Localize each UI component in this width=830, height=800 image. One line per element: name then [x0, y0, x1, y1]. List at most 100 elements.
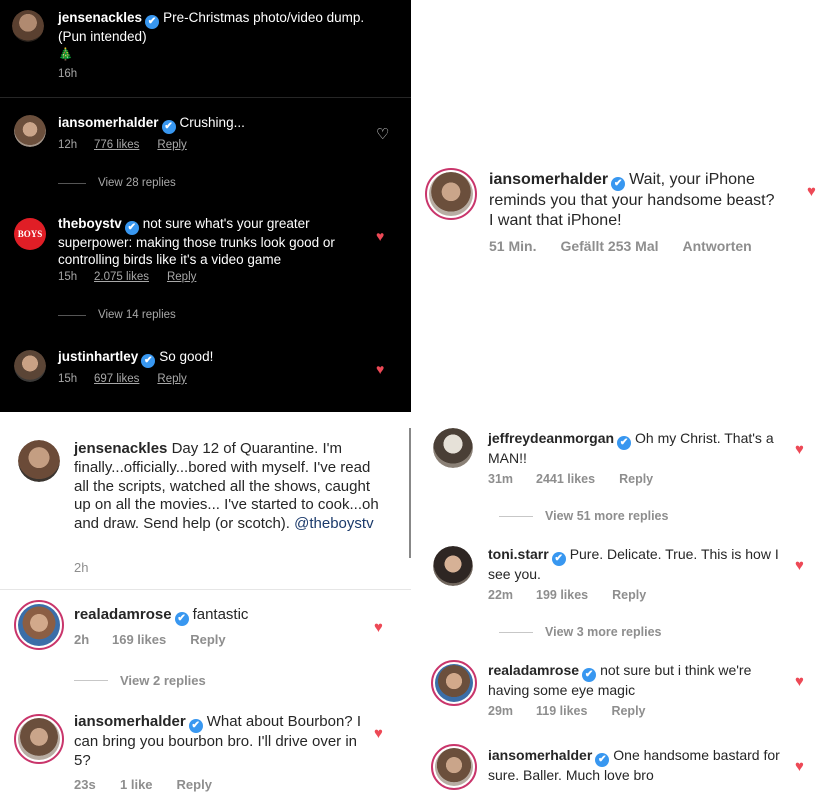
view-replies-button[interactable]: View 2 replies [74, 673, 206, 688]
avatar-iansomerhalder[interactable] [431, 744, 477, 790]
post-caption: jensenackles Day 12 of Quarantine. I'm f… [74, 440, 384, 534]
mention-link[interactable]: @theboystv [294, 515, 373, 532]
username[interactable]: realadamrose [488, 662, 579, 678]
comment-time: 15h [58, 271, 78, 283]
avatar-jeffreydeanmorgan[interactable] [433, 428, 473, 468]
username[interactable]: jensenackles [74, 440, 167, 457]
like-heart-icon[interactable]: ♥ [795, 674, 804, 689]
comment-text: theboystv ✔ not sure what's your greater s… [58, 216, 363, 269]
likes-count[interactable]: Gefällt 253 Mal [560, 238, 658, 254]
likes-count[interactable]: 2441 likes [536, 472, 595, 486]
likes-count[interactable]: 697 likes [94, 373, 139, 385]
quarantine-post-panel: jensenackles Day 12 of Quarantine. I'm f… [0, 412, 411, 800]
username[interactable]: iansomerhalder [489, 171, 608, 188]
avatar-theboystv[interactable]: BOYS [14, 218, 46, 250]
like-heart-icon[interactable]: ♥ [374, 726, 383, 741]
verified-icon: ✔ [582, 668, 597, 682]
comment-text: realadamrose ✔ not sure but i think we're … [488, 662, 788, 700]
reply-button[interactable]: Reply [167, 271, 196, 283]
likes-count[interactable]: 199 likes [536, 588, 588, 602]
comment-time: 31m [488, 472, 514, 486]
reactions-panel: jeffreydeanmorgan ✔ Oh my Christ. That's a… [411, 412, 830, 800]
like-heart-icon[interactable]: ♥ [795, 558, 804, 573]
comment-body: fantastic [192, 606, 249, 623]
theboys-logo: BOYS [17, 229, 43, 239]
verified-icon: ✔ [161, 120, 176, 134]
likes-count[interactable]: 169 likes [112, 632, 166, 647]
verified-icon: ✔ [595, 753, 610, 767]
reply-button[interactable]: Reply [611, 704, 645, 718]
username[interactable]: iansomerhalder [58, 115, 159, 130]
username[interactable]: toni.starr [488, 546, 549, 562]
verified-icon: ✔ [188, 719, 203, 733]
username[interactable]: realadamrose [74, 606, 172, 623]
username[interactable]: justinhartley [58, 349, 138, 364]
comment-meta: 12h 776 likes Reply [58, 139, 187, 151]
like-heart-icon[interactable]: ♥ [807, 184, 816, 199]
username[interactable]: theboystv [58, 216, 122, 231]
comment-text: jeffreydeanmorgan ✔ Oh my Christ. That's a… [488, 430, 788, 468]
like-heart-outline-icon[interactable]: ♡ [376, 127, 389, 142]
comment-meta: 15h 697 likes Reply [58, 373, 187, 385]
username[interactable]: jensenackles [58, 10, 142, 25]
likes-count[interactable]: 2.075 likes [94, 271, 149, 283]
comment-meta: 22m 199 likes Reply [488, 588, 646, 602]
view-replies-button[interactable]: View 28 replies [58, 177, 176, 189]
comment-text: iansomerhalder ✔ Crushing... [58, 115, 368, 134]
reply-button[interactable]: Reply [612, 588, 646, 602]
reply-button[interactable]: Reply [190, 632, 225, 647]
reply-button[interactable]: Reply [157, 373, 186, 385]
verified-icon: ✔ [174, 612, 189, 626]
verified-icon: ✔ [611, 177, 626, 191]
divider [499, 631, 533, 633]
like-heart-icon[interactable]: ♥ [376, 229, 384, 243]
likes-count[interactable]: 776 likes [94, 139, 139, 151]
avatar-iansomerhalder[interactable] [425, 168, 477, 220]
avatar-realadamrose[interactable] [431, 660, 477, 706]
avatar-jensenackles[interactable] [18, 440, 60, 482]
avatar-justinhartley[interactable] [14, 350, 46, 382]
reply-button[interactable]: Reply [157, 139, 186, 151]
like-heart-icon[interactable]: ♥ [795, 759, 804, 774]
divider [499, 515, 533, 517]
like-heart-icon[interactable]: ♥ [795, 442, 804, 457]
avatar-iansomerhalder[interactable] [14, 115, 46, 147]
divider [58, 314, 86, 316]
reply-button[interactable]: Reply [619, 472, 653, 486]
verified-icon: ✔ [141, 354, 156, 368]
username[interactable]: iansomerhalder [74, 713, 186, 730]
avatar-realadamrose[interactable] [14, 600, 64, 650]
like-heart-icon[interactable]: ♥ [374, 620, 383, 635]
reply-button[interactable]: Reply [177, 777, 212, 792]
post-caption: jensenackles ✔ Pre-Christmas photo/video d… [58, 10, 388, 63]
avatar-toni-starr[interactable] [433, 546, 473, 586]
comment-time: 23s [74, 777, 96, 792]
username[interactable]: iansomerhalder [488, 747, 592, 763]
username[interactable]: jeffreydeanmorgan [488, 430, 614, 446]
post-time: 2h [74, 560, 89, 575]
verified-icon: ✔ [551, 552, 566, 566]
tree-emoji-icon: 🎄 [58, 46, 73, 61]
comment-time: 51 Min. [489, 238, 537, 254]
like-heart-icon[interactable]: ♥ [376, 362, 384, 376]
view-replies-button[interactable]: View 14 replies [58, 309, 176, 321]
divider [0, 589, 411, 590]
view-replies-button[interactable]: View 51 more replies [499, 509, 668, 523]
comment-text: iansomerhalder ✔ Wait, your iPhone reminds… [489, 170, 779, 231]
comment-meta: 51 Min. Gefällt 253 Mal Antworten [489, 238, 752, 254]
comment-time: 15h [58, 373, 78, 385]
post-meta: 2h [74, 560, 88, 575]
avatar-jensenackles[interactable] [12, 10, 44, 42]
likes-count[interactable]: 119 likes [536, 704, 587, 718]
view-replies-button[interactable]: View 3 more replies [499, 625, 662, 639]
comment-text: realadamrose ✔ fantastic [74, 606, 374, 626]
verified-icon: ✔ [617, 436, 632, 450]
comment-text: iansomerhalder ✔ One handsome bastard for … [488, 747, 788, 785]
comment-meta: 2h 169 likes Reply [74, 632, 226, 647]
comment-text: justinhartley ✔ So good! [58, 349, 358, 368]
likes-count[interactable]: 1 like [120, 777, 153, 792]
avatar-iansomerhalder[interactable] [14, 714, 64, 764]
reply-button[interactable]: Antworten [683, 238, 752, 254]
screenshot-collage: jensenackles ✔ Pre-Christmas photo/video d… [0, 0, 830, 800]
verified-icon: ✔ [124, 221, 139, 235]
